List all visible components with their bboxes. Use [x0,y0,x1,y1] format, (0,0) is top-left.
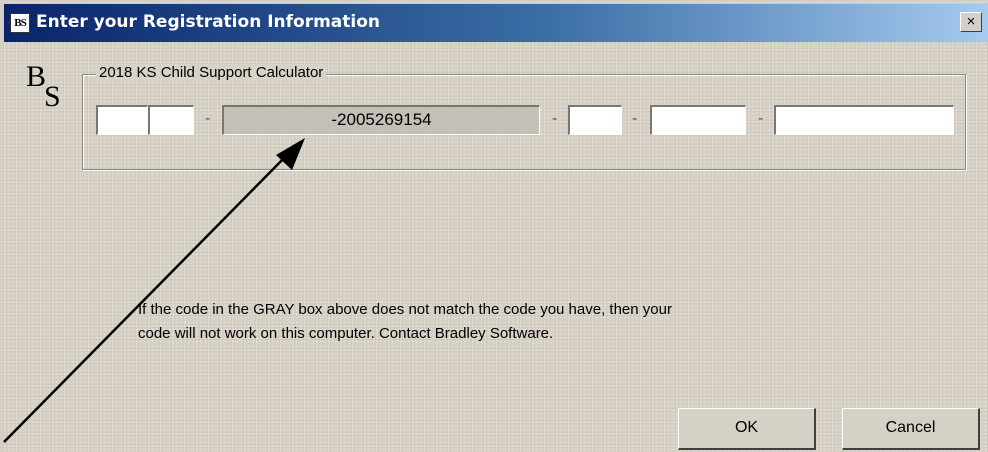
annotation-arrow [3,138,305,443]
annotation-arrow-shaft [3,149,293,443]
annotation-arrow-head [276,138,305,170]
